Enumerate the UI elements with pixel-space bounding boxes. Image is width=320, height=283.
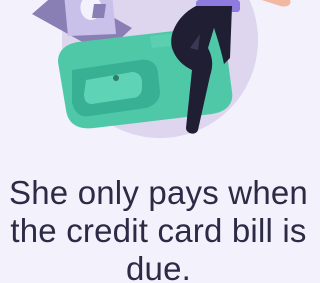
- onboarding-screen: She only pays when the credit card bill …: [0, 0, 317, 283]
- onboarding-caption: She only pays when the credit card bill …: [9, 174, 308, 283]
- illustration: [32, 0, 291, 138]
